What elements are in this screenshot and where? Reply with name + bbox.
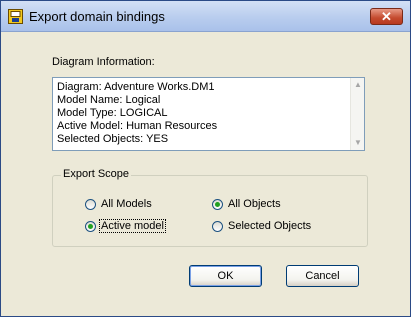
info-line-active-model: Active Model: Human Resources xyxy=(57,120,218,132)
export-scope-title: Export Scope xyxy=(61,168,132,180)
all-models-radio[interactable] xyxy=(85,199,96,210)
ok-button[interactable]: OK xyxy=(189,265,262,287)
info-line-model-type: Model Type: LOGICAL xyxy=(57,107,168,119)
scroll-up-icon[interactable]: ▲ xyxy=(354,81,362,89)
selected-objects-label[interactable]: Selected Objects xyxy=(228,220,311,232)
info-line-diagram: Diagram: Adventure Works.DM1 xyxy=(57,81,215,93)
cancel-button[interactable]: Cancel xyxy=(286,265,359,287)
info-line-model-name: Model Name: Logical xyxy=(57,94,161,106)
close-icon: ✕ xyxy=(381,9,392,24)
selected-objects-radio[interactable] xyxy=(212,221,223,232)
diagram-info-text: Diagram: Adventure Works.DM1 Model Name:… xyxy=(57,81,217,146)
diagram-info-label: Diagram Information: xyxy=(52,56,155,68)
close-button[interactable]: ✕ xyxy=(370,8,403,25)
export-scope-group xyxy=(52,175,368,247)
all-objects-label[interactable]: All Objects xyxy=(228,198,281,210)
export-dialog: Export domain bindings ✕ Diagram Informa… xyxy=(0,0,411,317)
all-objects-radio[interactable] xyxy=(212,199,223,210)
info-line-selected-objects: Selected Objects: YES xyxy=(57,133,169,145)
active-model-label[interactable]: Active model xyxy=(99,219,166,233)
all-models-label[interactable]: All Models xyxy=(101,198,152,210)
title-bar[interactable]: Export domain bindings ✕ xyxy=(1,1,410,32)
diagram-info-textbox[interactable]: Diagram: Adventure Works.DM1 Model Name:… xyxy=(52,77,365,151)
active-model-radio[interactable] xyxy=(85,221,96,232)
app-icon xyxy=(8,9,23,24)
scroll-down-icon[interactable]: ▼ xyxy=(354,139,362,147)
window-title: Export domain bindings xyxy=(29,9,165,24)
vertical-scrollbar[interactable]: ▲ ▼ xyxy=(350,78,364,150)
